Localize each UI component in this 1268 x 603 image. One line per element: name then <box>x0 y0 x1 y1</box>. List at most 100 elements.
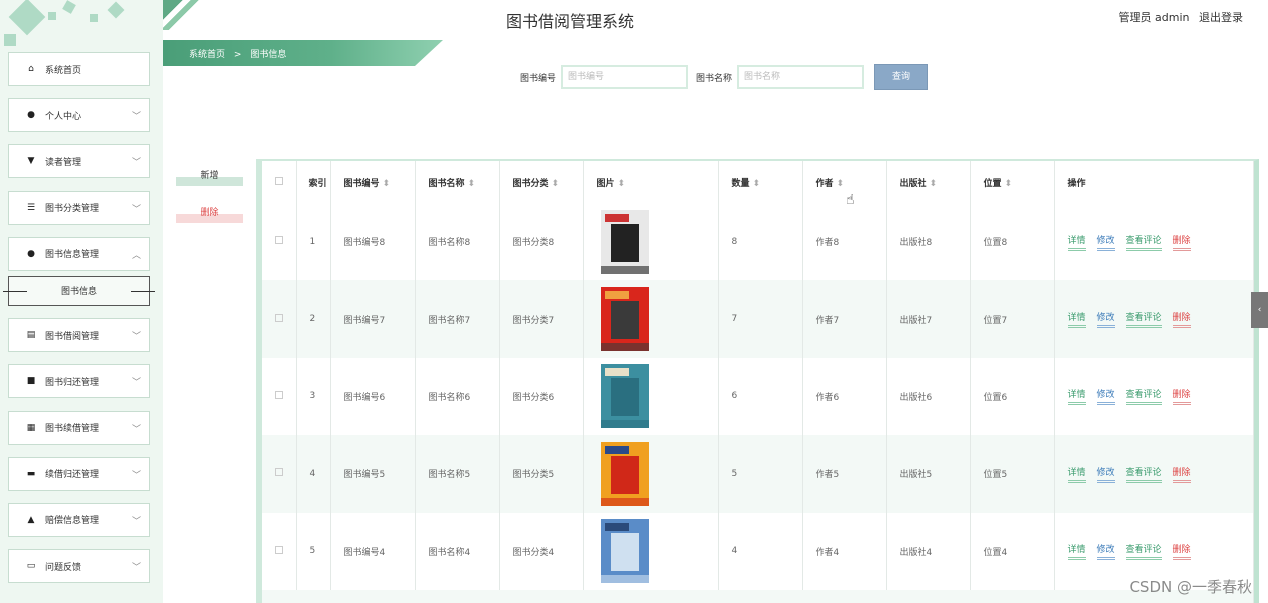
delete-link[interactable]: 删除 <box>1172 387 1191 406</box>
submenu-book-info[interactable]: 图书信息 <box>3 275 155 309</box>
breadcrumb: 系统首页 > 图书信息 <box>163 40 443 66</box>
sort-icon[interactable]: ⬍ <box>837 179 845 189</box>
chevron-down-icon: ﹀ <box>131 516 141 527</box>
view-comments-link[interactable]: 查看评论 <box>1125 387 1162 406</box>
row-checkbox[interactable] <box>275 236 283 245</box>
detail-link[interactable]: 详情 <box>1067 310 1086 329</box>
book-code-input[interactable] <box>561 65 689 89</box>
sidebar-item-compensation[interactable]: ▲ 赔偿信息管理 ﹀ <box>5 502 150 540</box>
add-button[interactable]: 新增 <box>176 168 243 186</box>
select-all-checkbox[interactable] <box>275 176 283 185</box>
cell-location: 位置6 <box>970 357 1055 436</box>
chevron-left-icon[interactable]: ‹ <box>1251 292 1268 328</box>
delete-link[interactable]: 删除 <box>1172 233 1191 251</box>
col-book-category[interactable]: 图书分类 ⬍ <box>499 161 584 203</box>
sidebar-item-book-info[interactable]: ● 图书信息管理 ︿ <box>5 236 150 274</box>
delete-link[interactable]: 删除 <box>1172 542 1191 561</box>
cursor-hand-icon: ☝ <box>846 192 855 208</box>
detail-link[interactable]: 详情 <box>1067 233 1086 251</box>
table-row: 5 图书编号4 图书名称4 图书分类4 4 作者4 出版社4 位置4 详情 修改查… <box>262 512 1254 590</box>
sidebar-item-personal-center[interactable]: ● 个人中心 ﹀ <box>5 98 150 136</box>
col-label: 位置 <box>983 178 1002 189</box>
cell-index: 5 <box>296 512 331 590</box>
row-checkbox[interactable] <box>275 390 283 399</box>
edit-link[interactable]: 修改 <box>1096 465 1115 483</box>
col-location[interactable]: 位置 ⬍ <box>970 161 1055 203</box>
edit-link[interactable]: 修改 <box>1096 310 1115 329</box>
video-icon: ■ <box>26 376 36 387</box>
cell-publisher: 出版社8 <box>886 203 971 281</box>
view-comments-link[interactable]: 查看评论 <box>1125 233 1162 251</box>
chevron-down-icon: ﹀ <box>131 563 141 574</box>
col-book-code[interactable]: 图书编号 ⬍ <box>330 161 416 203</box>
sort-icon[interactable]: ⬍ <box>753 179 761 189</box>
breadcrumb-current: 图书信息 <box>250 50 287 60</box>
sort-icon[interactable]: ⬍ <box>383 179 391 189</box>
cell-index: 4 <box>296 435 331 513</box>
detail-link[interactable]: 详情 <box>1067 387 1086 406</box>
col-publisher[interactable]: 出版社 ⬍ <box>886 161 971 203</box>
detail-link[interactable]: 详情 <box>1067 465 1086 483</box>
view-comments-link[interactable]: 查看评论 <box>1125 542 1162 561</box>
sort-icon[interactable]: ⬍ <box>930 179 938 189</box>
col-image[interactable]: 图片 ⬍ <box>583 161 719 203</box>
delete-button[interactable]: 删除 <box>176 205 243 223</box>
book-table: 索引 图书编号 ⬍ 图书名称 ⬍ 图书分类 ⬍ 图片 ⬍ 数量 ⬍ 作者 ⬍ 出版社 ⬍ 位置… <box>256 159 1259 603</box>
col-quantity[interactable]: 数量 ⬍ <box>718 161 803 203</box>
sidebar-item-label: 系统首页 <box>45 65 82 76</box>
cell-author: 作者4 <box>802 512 887 590</box>
cell-index: 3 <box>296 357 331 436</box>
sidebar-item-return[interactable]: ■ 图书归还管理 ﹀ <box>5 364 150 402</box>
cell-operations: 详情 修改 查看评论 删除 <box>1054 435 1254 513</box>
table-row: 3 图书编号6 图书名称6 图书分类6 6 作者6 出版社6 位置6 详情 修改查… <box>262 357 1254 436</box>
monitor-icon: ▬ <box>26 468 36 479</box>
sidebar-item-home[interactable]: ⌂ 系统首页 <box>5 52 150 89</box>
cell-book-code: 图书编号8 <box>330 203 416 281</box>
sidebar-item-book-category[interactable]: ☰ 图书分类管理 ﹀ <box>5 190 150 228</box>
logout-link[interactable]: 退出登录 <box>1199 11 1243 24</box>
page-title: 图书借阅管理系统 <box>505 12 634 31</box>
row-checkbox[interactable] <box>275 545 283 554</box>
sidebar-item-borrow[interactable]: ▤ 图书借阅管理 ﹀ <box>5 318 150 356</box>
view-comments-link[interactable]: 查看评论 <box>1125 465 1162 483</box>
detail-link[interactable]: 详情 <box>1067 542 1086 561</box>
sidebar-item-renew-return[interactable]: ▬ 续借归还管理 ﹀ <box>5 456 150 494</box>
row-select-cell <box>262 435 297 513</box>
cell-quantity: 8 <box>718 203 803 281</box>
view-comments-link[interactable]: 查看评论 <box>1125 310 1162 329</box>
breadcrumb-home[interactable]: 系统首页 <box>189 50 225 60</box>
search-button[interactable]: 查询 <box>874 64 929 90</box>
col-label: 作者 <box>815 178 834 189</box>
user-icon: ● <box>27 110 35 121</box>
delete-link[interactable]: 删除 <box>1172 310 1191 329</box>
user-name: 管理员 admin <box>1118 11 1190 24</box>
sidebar: ⌂ 系统首页 ● 个人中心 ﹀ ▼ 读者管理 ﹀ ☰ 图书分类管理 ﹀ ● 图书… <box>0 0 163 603</box>
edit-link[interactable]: 修改 <box>1096 387 1115 406</box>
cell-publisher: 出版社7 <box>886 280 971 358</box>
edit-link[interactable]: 修改 <box>1096 542 1115 561</box>
sidebar-item-feedback[interactable]: ▭ 问题反馈 ﹀ <box>5 549 150 587</box>
clipboard-icon: ▤ <box>26 330 36 341</box>
sort-icon[interactable]: ⬍ <box>552 179 560 189</box>
sidebar-item-renew[interactable]: ▦ 图书续借管理 ﹀ <box>5 410 150 448</box>
row-checkbox[interactable] <box>275 468 283 477</box>
cell-author: 作者5 <box>802 435 887 513</box>
col-book-name[interactable]: 图书名称 ⬍ <box>415 161 500 203</box>
reader-icon: ▼ <box>27 156 35 167</box>
book-cover-image <box>600 519 649 584</box>
delete-link[interactable]: 删除 <box>1172 465 1191 483</box>
row-select-cell <box>262 357 297 436</box>
sort-icon[interactable]: ⬍ <box>618 179 626 189</box>
sidebar-item-reader-management[interactable]: ▼ 读者管理 ﹀ <box>5 144 150 182</box>
book-name-input[interactable] <box>737 65 865 89</box>
sort-icon[interactable]: ⬍ <box>468 179 476 189</box>
col-label: 图片 <box>596 178 615 189</box>
row-checkbox[interactable] <box>275 313 283 322</box>
cell-location: 位置8 <box>970 203 1055 281</box>
edit-link[interactable]: 修改 <box>1096 233 1115 251</box>
chevron-down-icon: ﹀ <box>131 204 141 215</box>
cell-publisher: 出版社5 <box>886 435 971 513</box>
cell-image <box>583 512 719 590</box>
sort-icon[interactable]: ⬍ <box>1005 179 1013 189</box>
col-author[interactable]: 作者 ⬍ <box>802 161 887 203</box>
